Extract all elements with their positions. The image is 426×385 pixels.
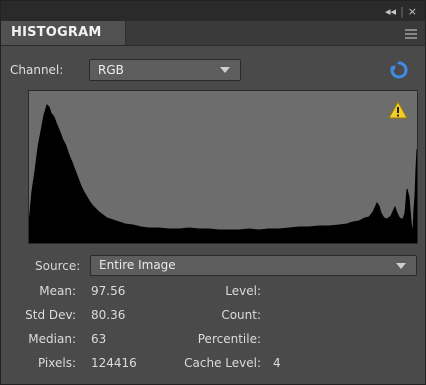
source-select[interactable]: Entire Image bbox=[90, 255, 417, 276]
median-label: Median: bbox=[28, 332, 76, 346]
histogram-graph bbox=[28, 90, 418, 244]
panel-menu-icon[interactable] bbox=[405, 27, 417, 39]
chevron-down-icon bbox=[220, 67, 230, 73]
warning-icon[interactable] bbox=[388, 100, 408, 119]
histogram-chart bbox=[29, 104, 417, 243]
channel-select[interactable]: RGB bbox=[89, 59, 241, 81]
histogram-panel: ◂◂ | × HISTOGRAM Channel: RGB Source: En… bbox=[0, 0, 426, 385]
count-label: Count: bbox=[221, 308, 261, 322]
collapse-icon[interactable]: ◂◂ bbox=[385, 5, 396, 18]
tab-histogram[interactable]: HISTOGRAM bbox=[1, 21, 127, 45]
close-icon[interactable]: × bbox=[408, 5, 417, 18]
mean-value: 97.56 bbox=[91, 284, 126, 298]
control-separator: | bbox=[400, 4, 404, 18]
level-label: Level: bbox=[225, 284, 261, 298]
cache-level-label: Cache Level: bbox=[184, 356, 261, 370]
pixels-label: Pixels: bbox=[37, 356, 76, 370]
chevron-down-icon bbox=[396, 263, 406, 269]
refresh-icon[interactable] bbox=[388, 59, 410, 81]
median-value: 63 bbox=[91, 332, 107, 346]
std-dev-value: 80.36 bbox=[91, 308, 126, 322]
cache-level-value: 4 bbox=[273, 356, 281, 370]
mean-label: Mean: bbox=[39, 284, 76, 298]
panel-title-strip: ◂◂ | × bbox=[1, 1, 425, 22]
source-label: Source: bbox=[35, 259, 81, 273]
window-controls: ◂◂ | × bbox=[385, 3, 417, 19]
std-dev-label: Std Dev: bbox=[25, 308, 76, 322]
channel-label: Channel: bbox=[10, 63, 64, 77]
pixels-value: 124416 bbox=[91, 356, 137, 370]
channel-select-value: RGB bbox=[98, 63, 124, 77]
percentile-label: Percentile: bbox=[197, 332, 261, 346]
source-select-value: Entire Image bbox=[99, 258, 176, 272]
panel-tab-row: HISTOGRAM bbox=[1, 21, 425, 46]
